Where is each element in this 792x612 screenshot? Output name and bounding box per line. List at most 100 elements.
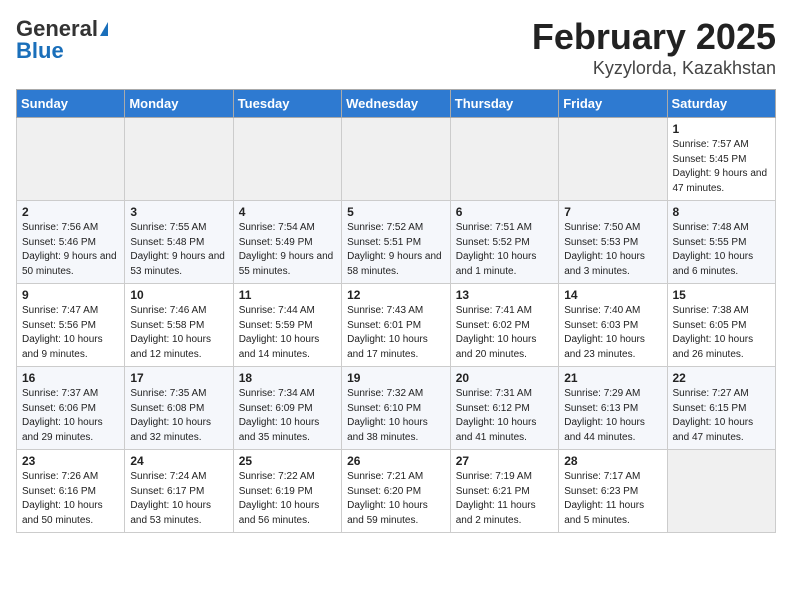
calendar-week-row: 9 Sunrise: 7:47 AM Sunset: 5:56 PM Daylig…: [17, 284, 776, 367]
day-info: Sunrise: 7:40 AM Sunset: 6:03 PM Dayligh…: [564, 304, 661, 362]
calendar-day-cell: 27Sunrise: 7:19 AM Sunset: 6:21 PM Dayli…: [450, 450, 558, 533]
calendar-week-row: 16Sunrise: 7:37 AM Sunset: 6:06 PM Dayli…: [17, 367, 776, 450]
logo: General Blue: [16, 16, 108, 64]
day-info: Sunrise: 7:34 AM Sunset: 6:09 PM Dayligh…: [239, 387, 336, 445]
day-info: Sunrise: 7:27 AM Sunset: 6:15 PM Dayligh…: [673, 387, 771, 445]
day-info: Sunrise: 7:19 AM Sunset: 6:21 PM Dayligh…: [456, 470, 553, 528]
day-info: Sunrise: 7:21 AM Sunset: 6:20 PM Dayligh…: [347, 470, 445, 528]
day-info: Sunrise: 7:43 AM Sunset: 6:01 PM Dayligh…: [347, 304, 445, 362]
calendar-day-cell: 6 Sunrise: 7:51 AM Sunset: 5:52 PM Daylig…: [450, 201, 558, 284]
day-info: Sunrise: 7:52 AM Sunset: 5:51 PM Dayligh…: [347, 221, 445, 279]
month-title: February 2025: [532, 16, 776, 58]
calendar-day-cell: 26 Sunrise: 7:21 AM Sunset: 6:20 PM Dayli…: [342, 450, 451, 533]
day-number: 8: [673, 205, 771, 219]
day-info: Sunrise: 7:22 AM Sunset: 6:19 PM Dayligh…: [239, 470, 336, 528]
calendar-week-row: 23Sunrise: 7:26 AM Sunset: 6:16 PM Dayli…: [17, 450, 776, 533]
calendar-weekday-header: Sunday: [17, 90, 125, 118]
day-number: 20: [456, 371, 553, 385]
day-info: Sunrise: 7:24 AM Sunset: 6:17 PM Dayligh…: [130, 470, 227, 528]
calendar-day-cell: [125, 118, 233, 201]
day-info: Sunrise: 7:46 AM Sunset: 5:58 PM Dayligh…: [130, 304, 227, 362]
day-number: 26: [347, 454, 445, 468]
day-number: 23: [22, 454, 119, 468]
calendar-weekday-header: Thursday: [450, 90, 558, 118]
day-number: 17: [130, 371, 227, 385]
day-info: Sunrise: 7:35 AM Sunset: 6:08 PM Dayligh…: [130, 387, 227, 445]
day-info: Sunrise: 7:38 AM Sunset: 6:05 PM Dayligh…: [673, 304, 771, 362]
calendar-day-cell: 10 Sunrise: 7:46 AM Sunset: 5:58 PM Dayli…: [125, 284, 233, 367]
day-number: 11: [239, 288, 336, 302]
day-number: 7: [564, 205, 661, 219]
day-info: Sunrise: 7:47 AM Sunset: 5:56 PM Dayligh…: [22, 304, 119, 362]
day-info: Sunrise: 7:51 AM Sunset: 5:52 PM Dayligh…: [456, 221, 553, 279]
calendar-day-cell: 25 Sunrise: 7:22 AM Sunset: 6:19 PM Dayli…: [233, 450, 341, 533]
day-number: 22: [673, 371, 771, 385]
calendar-day-cell: 11 Sunrise: 7:44 AM Sunset: 5:59 PM Dayli…: [233, 284, 341, 367]
day-number: 28: [564, 454, 661, 468]
calendar-day-cell: 4 Sunrise: 7:54 AM Sunset: 5:49 PM Daylig…: [233, 201, 341, 284]
day-number: 4: [239, 205, 336, 219]
calendar-day-cell: 7 Sunrise: 7:50 AM Sunset: 5:53 PM Daylig…: [559, 201, 667, 284]
calendar-day-cell: 24 Sunrise: 7:24 AM Sunset: 6:17 PM Dayli…: [125, 450, 233, 533]
day-number: 6: [456, 205, 553, 219]
day-number: 10: [130, 288, 227, 302]
logo-blue-text: Blue: [16, 38, 64, 64]
day-info: Sunrise: 7:37 AM Sunset: 6:06 PM Dayligh…: [22, 387, 119, 445]
calendar-weekday-header: Monday: [125, 90, 233, 118]
day-info: Sunrise: 7:55 AM Sunset: 5:48 PM Dayligh…: [130, 221, 227, 279]
calendar-day-cell: 2Sunrise: 7:56 AM Sunset: 5:46 PM Daylig…: [17, 201, 125, 284]
day-info: Sunrise: 7:50 AM Sunset: 5:53 PM Dayligh…: [564, 221, 661, 279]
day-number: 25: [239, 454, 336, 468]
day-info: Sunrise: 7:41 AM Sunset: 6:02 PM Dayligh…: [456, 304, 553, 362]
calendar-day-cell: 18 Sunrise: 7:34 AM Sunset: 6:09 PM Dayli…: [233, 367, 341, 450]
calendar-day-cell: 15 Sunrise: 7:38 AM Sunset: 6:05 PM Dayli…: [667, 284, 776, 367]
calendar-day-cell: 19 Sunrise: 7:32 AM Sunset: 6:10 PM Dayli…: [342, 367, 451, 450]
calendar-day-cell: 12Sunrise: 7:43 AM Sunset: 6:01 PM Dayli…: [342, 284, 451, 367]
calendar-week-row: 1 Sunrise: 7:57 AM Sunset: 5:45 PM Daylig…: [17, 118, 776, 201]
day-number: 14: [564, 288, 661, 302]
day-number: 24: [130, 454, 227, 468]
day-number: 18: [239, 371, 336, 385]
calendar-day-cell: [342, 118, 451, 201]
day-number: 5: [347, 205, 445, 219]
calendar-day-cell: 16Sunrise: 7:37 AM Sunset: 6:06 PM Dayli…: [17, 367, 125, 450]
title-block: February 2025 Kyzylorda, Kazakhstan: [532, 16, 776, 79]
day-info: Sunrise: 7:44 AM Sunset: 5:59 PM Dayligh…: [239, 304, 336, 362]
day-number: 21: [564, 371, 661, 385]
day-number: 1: [673, 122, 771, 136]
day-number: 2: [22, 205, 119, 219]
day-info: Sunrise: 7:57 AM Sunset: 5:45 PM Dayligh…: [673, 138, 771, 196]
calendar-day-cell: [450, 118, 558, 201]
calendar-day-cell: 20 Sunrise: 7:31 AM Sunset: 6:12 PM Dayli…: [450, 367, 558, 450]
calendar-weekday-header: Friday: [559, 90, 667, 118]
day-number: 15: [673, 288, 771, 302]
calendar-day-cell: 17 Sunrise: 7:35 AM Sunset: 6:08 PM Dayli…: [125, 367, 233, 450]
day-info: Sunrise: 7:54 AM Sunset: 5:49 PM Dayligh…: [239, 221, 336, 279]
day-info: Sunrise: 7:17 AM Sunset: 6:23 PM Dayligh…: [564, 470, 661, 528]
calendar-table: SundayMondayTuesdayWednesdayThursdayFrid…: [16, 89, 776, 533]
day-info: Sunrise: 7:31 AM Sunset: 6:12 PM Dayligh…: [456, 387, 553, 445]
day-number: 3: [130, 205, 227, 219]
day-number: 19: [347, 371, 445, 385]
calendar-day-cell: [233, 118, 341, 201]
calendar-day-cell: [667, 450, 776, 533]
calendar-weekday-header: Tuesday: [233, 90, 341, 118]
day-info: Sunrise: 7:32 AM Sunset: 6:10 PM Dayligh…: [347, 387, 445, 445]
calendar-day-cell: 1 Sunrise: 7:57 AM Sunset: 5:45 PM Daylig…: [667, 118, 776, 201]
day-number: 9: [22, 288, 119, 302]
calendar-weekday-header: Saturday: [667, 90, 776, 118]
calendar-day-cell: [559, 118, 667, 201]
calendar-day-cell: 23Sunrise: 7:26 AM Sunset: 6:16 PM Dayli…: [17, 450, 125, 533]
calendar-day-cell: 14 Sunrise: 7:40 AM Sunset: 6:03 PM Dayli…: [559, 284, 667, 367]
calendar-day-cell: 21 Sunrise: 7:29 AM Sunset: 6:13 PM Dayli…: [559, 367, 667, 450]
calendar-day-cell: 8Sunrise: 7:48 AM Sunset: 5:55 PM Daylig…: [667, 201, 776, 284]
calendar-day-cell: 28 Sunrise: 7:17 AM Sunset: 6:23 PM Dayli…: [559, 450, 667, 533]
calendar-day-cell: 5 Sunrise: 7:52 AM Sunset: 5:51 PM Daylig…: [342, 201, 451, 284]
calendar-weekday-header: Wednesday: [342, 90, 451, 118]
day-info: Sunrise: 7:29 AM Sunset: 6:13 PM Dayligh…: [564, 387, 661, 445]
page-header: General Blue February 2025 Kyzylorda, Ka…: [16, 16, 776, 79]
calendar-day-cell: 3 Sunrise: 7:55 AM Sunset: 5:48 PM Daylig…: [125, 201, 233, 284]
calendar-day-cell: 9 Sunrise: 7:47 AM Sunset: 5:56 PM Daylig…: [17, 284, 125, 367]
calendar-day-cell: 22 Sunrise: 7:27 AM Sunset: 6:15 PM Dayli…: [667, 367, 776, 450]
calendar-day-cell: 13Sunrise: 7:41 AM Sunset: 6:02 PM Dayli…: [450, 284, 558, 367]
